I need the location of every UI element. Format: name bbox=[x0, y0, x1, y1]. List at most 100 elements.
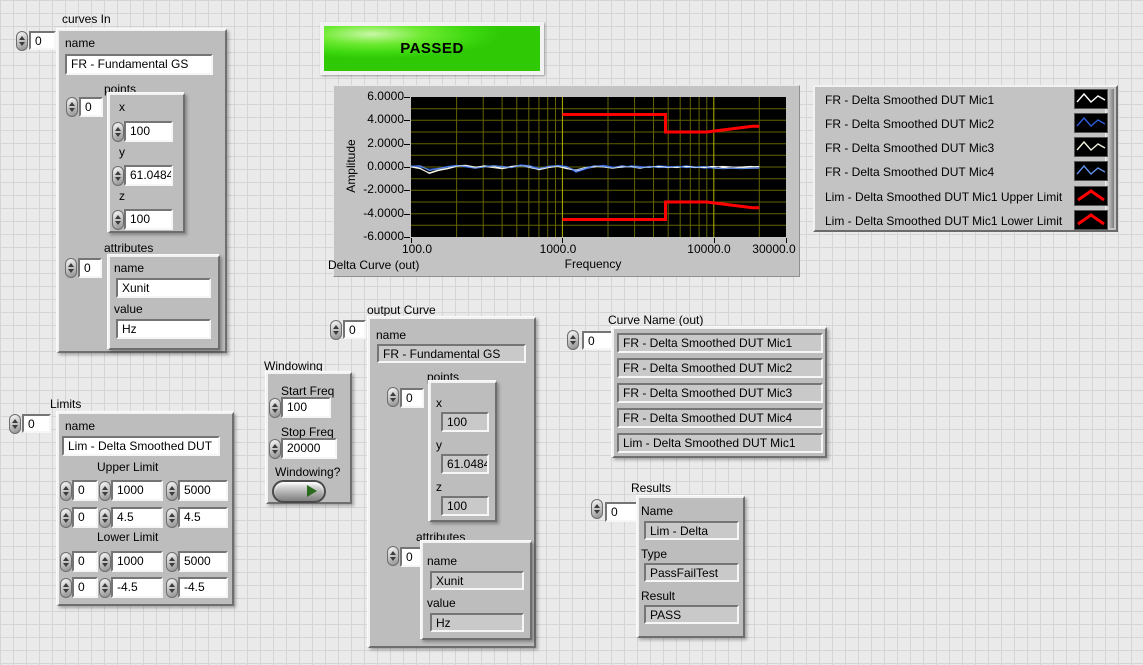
decrement-arrow[interactable] bbox=[115, 177, 121, 181]
results-index-spinner[interactable] bbox=[591, 499, 603, 519]
decrement-arrow[interactable] bbox=[63, 492, 69, 496]
points-index-field[interactable]: 0 bbox=[79, 97, 103, 117]
lower-row1-index-spinner[interactable] bbox=[60, 552, 72, 572]
attributes-index-field[interactable]: 0 bbox=[78, 258, 102, 278]
increment-arrow[interactable] bbox=[115, 171, 121, 175]
output-curve-index-field[interactable]: 0 bbox=[343, 320, 366, 339]
upper-freq2-spinner[interactable] bbox=[166, 481, 178, 501]
lower-val1-field[interactable]: -4.5 bbox=[111, 577, 163, 598]
increment-arrow[interactable] bbox=[115, 127, 121, 131]
attributes-index-spinner[interactable] bbox=[65, 258, 77, 278]
increment-arrow[interactable] bbox=[594, 504, 600, 508]
increment-arrow[interactable] bbox=[272, 444, 278, 448]
decrement-arrow[interactable] bbox=[12, 425, 18, 429]
y-field[interactable]: 61.0484 bbox=[124, 165, 173, 186]
limits-name-field[interactable]: Lim - Delta Smoothed DUT bbox=[62, 436, 220, 456]
increment-arrow[interactable] bbox=[333, 325, 339, 329]
attr-value-field[interactable]: Hz bbox=[116, 319, 211, 339]
legend-line-swatch[interactable] bbox=[1074, 89, 1108, 109]
z-field[interactable]: 100 bbox=[124, 209, 173, 230]
points-index-spinner[interactable] bbox=[66, 97, 78, 117]
upper-freq1-field[interactable]: 1000 bbox=[111, 480, 163, 501]
limits-index-field[interactable]: 0 bbox=[22, 414, 51, 433]
plot-area[interactable] bbox=[411, 97, 786, 237]
decrement-arrow[interactable] bbox=[63, 519, 69, 523]
increment-arrow[interactable] bbox=[63, 486, 69, 490]
output-curve-index-spinner[interactable] bbox=[330, 320, 342, 340]
upper-row1-index-spinner[interactable] bbox=[60, 481, 72, 501]
decrement-arrow[interactable] bbox=[169, 589, 175, 593]
decrement-arrow[interactable] bbox=[272, 450, 278, 454]
lower-val1-spinner[interactable] bbox=[99, 578, 111, 598]
upper-freq2-field[interactable]: 5000 bbox=[178, 480, 228, 501]
decrement-arrow[interactable] bbox=[102, 589, 108, 593]
increment-arrow[interactable] bbox=[115, 215, 121, 219]
curves-in-name-field[interactable]: FR - Fundamental GS bbox=[65, 54, 213, 75]
lower-row2-index-field[interactable]: 0 bbox=[72, 577, 98, 598]
legend-line-swatch[interactable] bbox=[1074, 210, 1108, 230]
decrement-arrow[interactable] bbox=[390, 398, 396, 402]
upper-val2-field[interactable]: 4.5 bbox=[178, 507, 228, 528]
upper-row2-index-spinner[interactable] bbox=[60, 508, 72, 528]
upper-row1-index-field[interactable]: 0 bbox=[72, 480, 98, 501]
lower-freq2-field[interactable]: 5000 bbox=[178, 551, 228, 572]
decrement-arrow[interactable] bbox=[272, 409, 278, 413]
decrement-arrow[interactable] bbox=[169, 563, 175, 567]
increment-arrow[interactable] bbox=[169, 486, 175, 490]
upper-freq1-spinner[interactable] bbox=[99, 481, 111, 501]
decrement-arrow[interactable] bbox=[63, 589, 69, 593]
increment-arrow[interactable] bbox=[12, 419, 18, 423]
increment-arrow[interactable] bbox=[570, 335, 576, 339]
legend-entry[interactable]: FR - Delta Smoothed DUT Mic4 bbox=[825, 163, 994, 181]
attr-name-field[interactable]: Xunit bbox=[116, 278, 211, 298]
increment-arrow[interactable] bbox=[68, 263, 74, 267]
decrement-arrow[interactable] bbox=[115, 221, 121, 225]
limits-index-spinner[interactable] bbox=[9, 414, 21, 434]
increment-arrow[interactable] bbox=[169, 557, 175, 561]
start-freq-field[interactable]: 100 bbox=[281, 397, 331, 418]
increment-arrow[interactable] bbox=[390, 392, 396, 396]
decrement-arrow[interactable] bbox=[570, 341, 576, 345]
legend-entry[interactable]: FR - Delta Smoothed DUT Mic3 bbox=[825, 139, 994, 157]
x-field[interactable]: 100 bbox=[124, 121, 173, 142]
increment-arrow[interactable] bbox=[102, 557, 108, 561]
increment-arrow[interactable] bbox=[169, 583, 175, 587]
upper-row2-index-field[interactable]: 0 bbox=[72, 507, 98, 528]
legend-entry[interactable]: Lim - Delta Smoothed DUT Mic1 Lower Limi… bbox=[825, 212, 1062, 230]
z-spinner[interactable] bbox=[112, 210, 124, 230]
legend-line-swatch[interactable] bbox=[1074, 113, 1108, 133]
lower-row2-index-spinner[interactable] bbox=[60, 578, 72, 598]
output-attr-index-spinner[interactable] bbox=[387, 546, 399, 566]
increment-arrow[interactable] bbox=[63, 583, 69, 587]
decrement-arrow[interactable] bbox=[102, 563, 108, 567]
curve-name-index-spinner[interactable] bbox=[567, 330, 579, 350]
legend-entry[interactable]: FR - Delta Smoothed DUT Mic1 bbox=[825, 91, 994, 109]
stop-freq-field[interactable]: 20000 bbox=[281, 438, 337, 459]
decrement-arrow[interactable] bbox=[102, 519, 108, 523]
lower-freq1-spinner[interactable] bbox=[99, 552, 111, 572]
decrement-arrow[interactable] bbox=[63, 563, 69, 567]
increment-arrow[interactable] bbox=[102, 583, 108, 587]
increment-arrow[interactable] bbox=[63, 513, 69, 517]
y-spinner[interactable] bbox=[112, 166, 124, 186]
windowing-toggle[interactable] bbox=[272, 480, 326, 503]
upper-val2-spinner[interactable] bbox=[166, 508, 178, 528]
lower-row1-index-field[interactable]: 0 bbox=[72, 551, 98, 572]
curves-in-index-spinner[interactable] bbox=[16, 31, 28, 51]
legend-entry[interactable]: Lim - Delta Smoothed DUT Mic1 Upper Limi… bbox=[825, 188, 1062, 206]
lower-val2-spinner[interactable] bbox=[166, 578, 178, 598]
decrement-arrow[interactable] bbox=[333, 331, 339, 335]
legend-line-swatch[interactable] bbox=[1074, 186, 1108, 206]
increment-arrow[interactable] bbox=[390, 551, 396, 555]
legend-line-swatch[interactable] bbox=[1074, 161, 1108, 181]
x-spinner[interactable] bbox=[112, 122, 124, 142]
increment-arrow[interactable] bbox=[63, 557, 69, 561]
start-freq-spinner[interactable] bbox=[269, 398, 281, 418]
legend-line-swatch[interactable] bbox=[1074, 137, 1108, 157]
lower-freq2-spinner[interactable] bbox=[166, 552, 178, 572]
increment-arrow[interactable] bbox=[19, 36, 25, 40]
decrement-arrow[interactable] bbox=[102, 492, 108, 496]
decrement-arrow[interactable] bbox=[68, 269, 74, 273]
decrement-arrow[interactable] bbox=[19, 42, 25, 46]
increment-arrow[interactable] bbox=[169, 513, 175, 517]
